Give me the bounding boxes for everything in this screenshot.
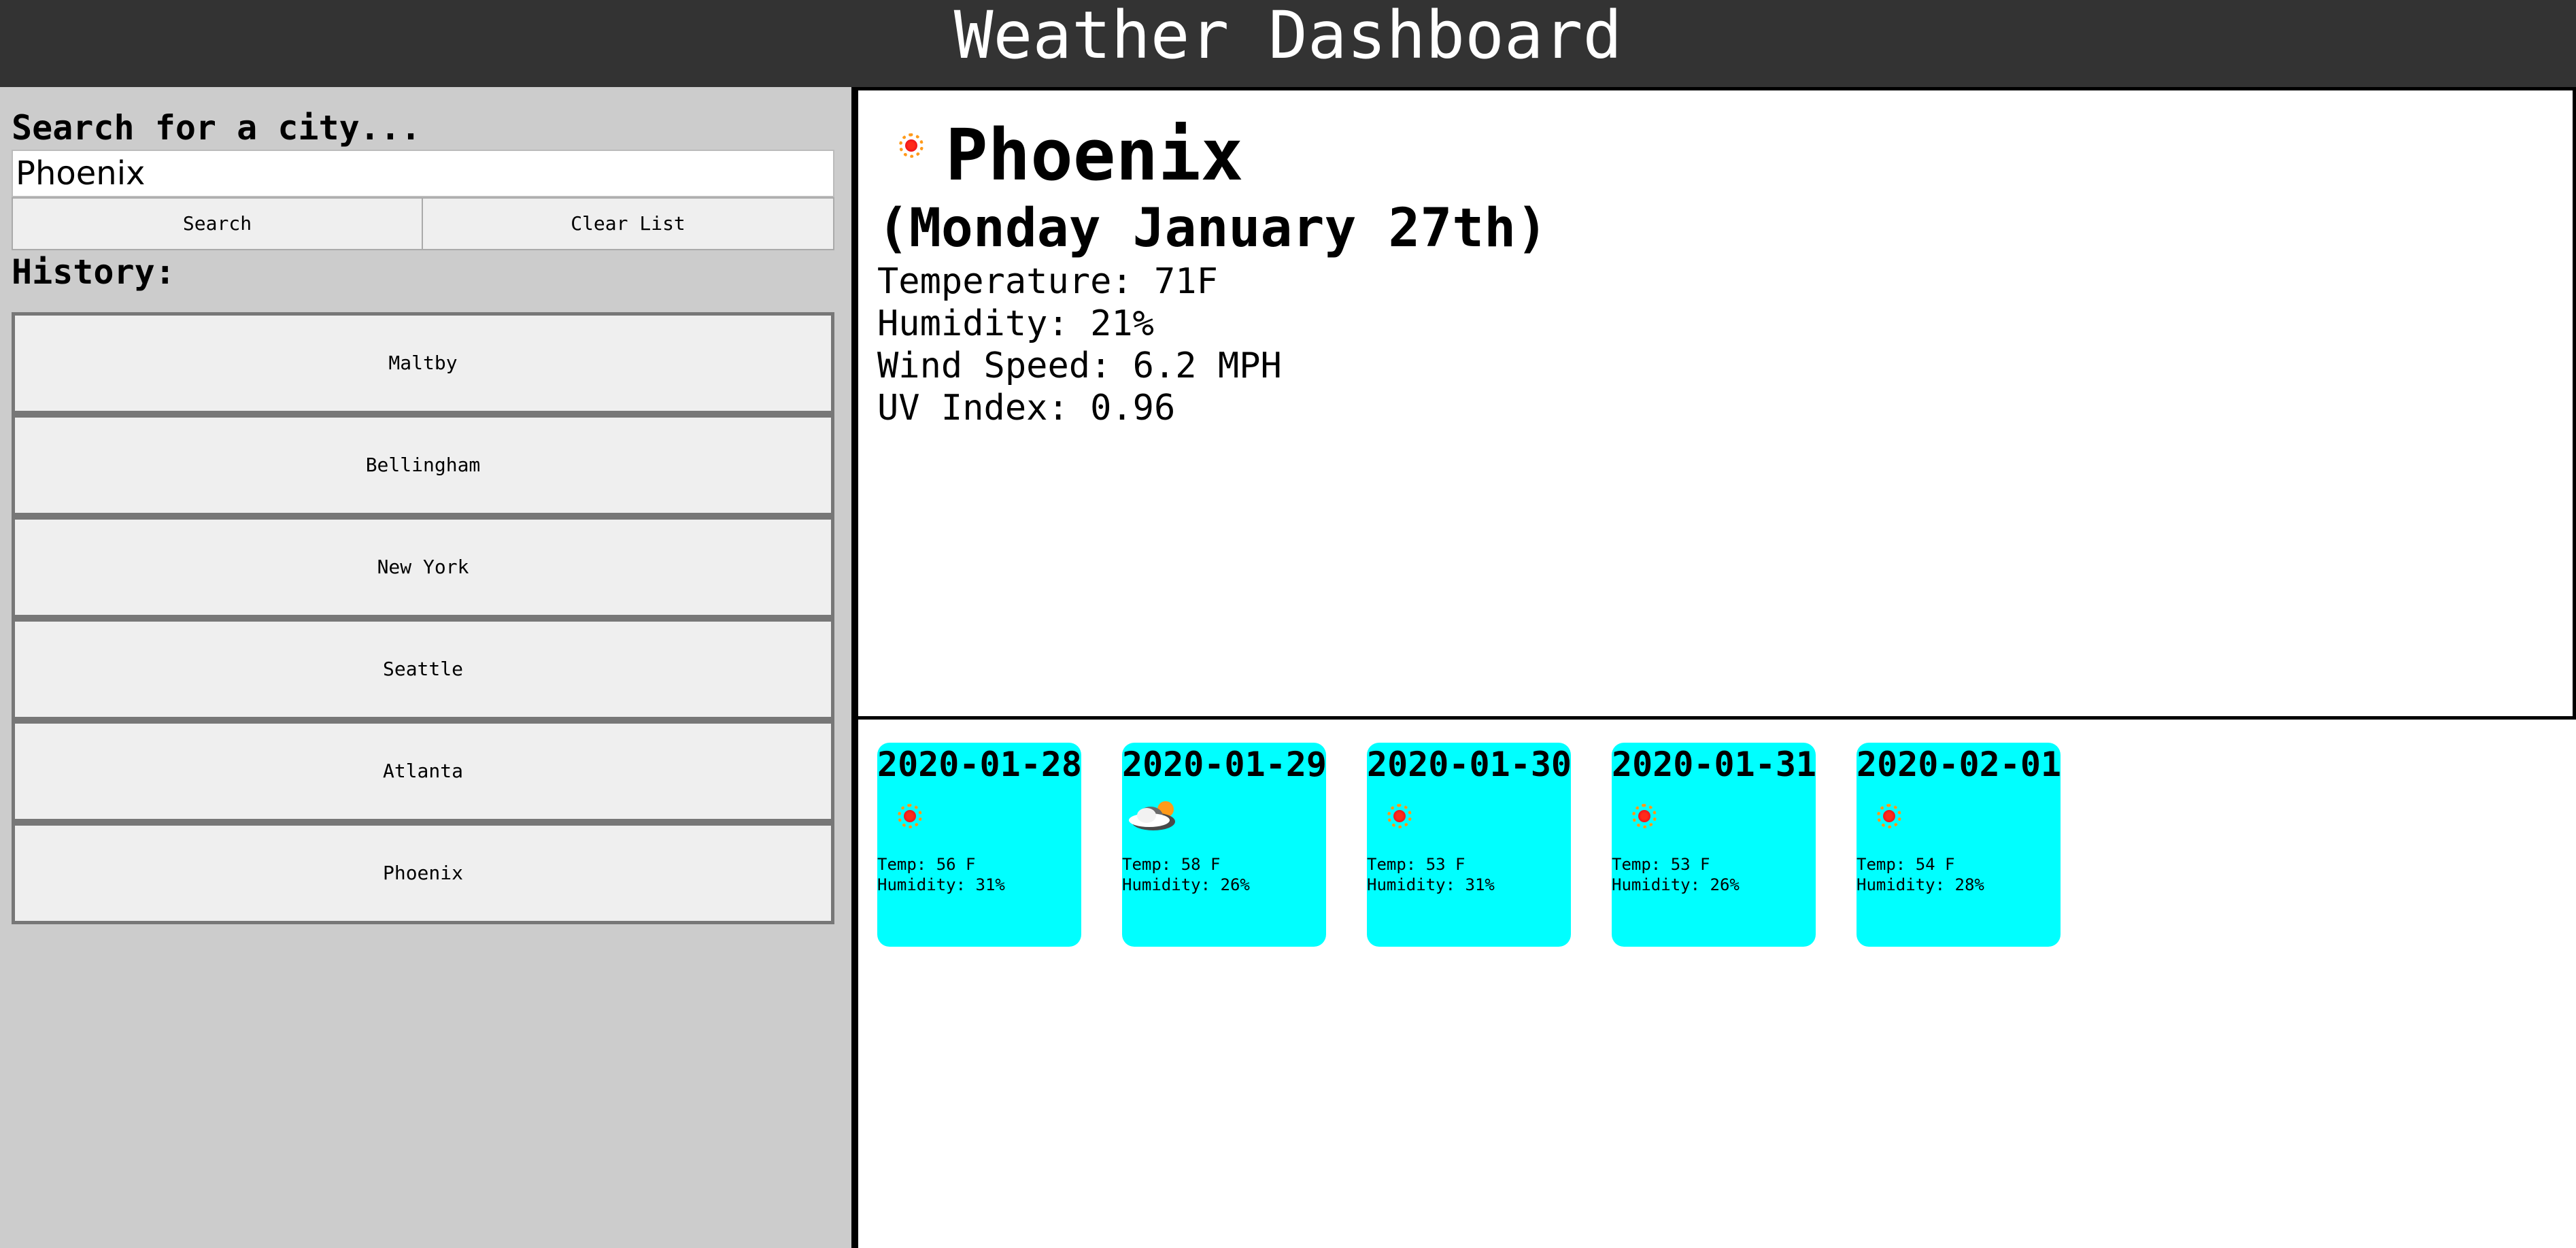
history-item-bellingham[interactable]: Bellingham [12, 414, 834, 516]
forecast-card: 2020-01-31 Temp: 53 F Humidity: 26% [1612, 743, 1816, 947]
forecast-humidity: Humidity: 31% [877, 875, 1005, 894]
current-humidity: Humidity: 21% [877, 303, 1154, 344]
forecast-card: 2020-01-30 Temp: 53 F Humidity: 31% [1367, 743, 1572, 947]
forecast-humidity: Humidity: 26% [1612, 875, 1740, 894]
history-item-maltby[interactable]: Maltby [12, 312, 834, 414]
history-item-atlanta[interactable]: Atlanta [12, 720, 834, 822]
sun-icon [896, 803, 923, 830]
current-date: (Monday January 27th) [877, 198, 1548, 259]
forecast-humidity: Humidity: 28% [1857, 875, 1984, 894]
forecast-temp: Temp: 56 F [877, 855, 976, 874]
forecast-temp: Temp: 53 F [1367, 855, 1465, 874]
clear-list-button[interactable]: Clear List [422, 197, 834, 250]
forecast-card: 2020-01-29 Temp: 58 F Humidity: 26% [1122, 743, 1327, 947]
sun-icon [898, 132, 925, 159]
sun-icon [1386, 803, 1413, 830]
history-item-phoenix[interactable]: Phoenix [12, 822, 834, 924]
history-item-new-york[interactable]: New York [12, 516, 834, 618]
forecast-humidity: Humidity: 31% [1367, 875, 1495, 894]
forecast-date: 2020-01-30 [1367, 745, 1572, 784]
cloud-sun-icon [1129, 801, 1175, 830]
forecast-temp: Temp: 58 F [1122, 855, 1221, 874]
forecast-date: 2020-01-31 [1612, 745, 1817, 784]
app-header: Weather Dashboard [0, 0, 2576, 87]
current-city-name: Phoenix [945, 114, 1244, 197]
current-temperature: Temperature: 71F [877, 261, 1218, 302]
forecast-card: 2020-02-01 Temp: 54 F Humidity: 28% [1857, 743, 2061, 947]
sun-icon [1631, 803, 1658, 830]
forecast-card: 2020-01-28 Temp: 56 F Humidity: 31% [877, 743, 1083, 947]
forecast-date: 2020-01-28 [877, 745, 1083, 784]
forecast-temp: Temp: 54 F [1857, 855, 1955, 874]
forecast-humidity: Humidity: 26% [1122, 875, 1250, 894]
history-list: Maltby Bellingham New York Seattle Atlan… [12, 312, 834, 924]
forecast-date: 2020-02-01 [1857, 745, 2062, 784]
history-item-seattle[interactable]: Seattle [12, 618, 834, 720]
search-input[interactable]: Phoenix [12, 150, 834, 197]
forecast-temp: Temp: 53 F [1612, 855, 1710, 874]
page-title: Weather Dashboard [953, 0, 1623, 73]
search-label: Search for a city... [12, 108, 422, 148]
current-wind-speed: Wind Speed: 6.2 MPH [877, 345, 1282, 386]
history-label: History: [12, 252, 175, 292]
sun-icon [1876, 803, 1903, 830]
current-uv-index: UV Index: 0.96 [877, 388, 1176, 428]
forecast-date: 2020-01-29 [1122, 745, 1327, 784]
search-button[interactable]: Search [12, 197, 423, 250]
